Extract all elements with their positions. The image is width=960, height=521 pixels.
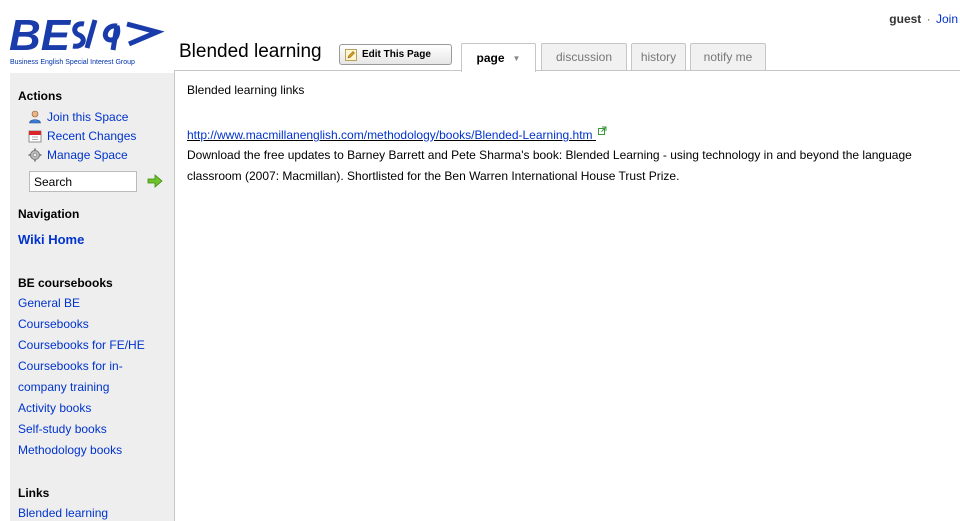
tab-notify-me-label: notify me xyxy=(703,50,753,64)
join-space-link[interactable]: Join this Space xyxy=(47,110,128,124)
edit-page-button[interactable]: Edit This Page xyxy=(339,44,452,65)
actions-heading: Actions xyxy=(18,89,63,103)
tab-page-label: page xyxy=(476,51,505,65)
action-recent-changes[interactable]: Recent Changes xyxy=(28,129,136,143)
content-heading: Blended learning links xyxy=(187,83,305,97)
caret-down-icon[interactable]: ▼ xyxy=(513,54,521,63)
macmillan-link[interactable]: http://www.macmillanenglish.com/methodol… xyxy=(187,128,593,142)
calendar-icon xyxy=(28,130,42,143)
nav-general-be[interactable]: General BE xyxy=(18,296,80,310)
action-join-space[interactable]: Join this Space xyxy=(28,110,128,124)
nav-blended-learning[interactable]: Blended learning xyxy=(18,506,108,520)
arrow-right-icon[interactable] xyxy=(147,174,163,188)
tab-page[interactable]: page ▼ xyxy=(461,43,536,72)
tab-discussion[interactable]: discussion xyxy=(541,43,627,70)
nav-company-training[interactable]: company training xyxy=(18,380,109,394)
nav-self-study-books[interactable]: Self-study books xyxy=(18,422,107,436)
recent-changes-link[interactable]: Recent Changes xyxy=(47,129,136,143)
tab-notify-me[interactable]: notify me xyxy=(690,43,766,70)
page-title: Blended learning xyxy=(179,41,322,62)
page-content: Blended learning links http://www.macmil… xyxy=(174,70,960,521)
search-input[interactable]: Search xyxy=(29,171,137,192)
tab-history[interactable]: history xyxy=(631,43,686,70)
logo-subtitle: Business English Special Interest Group xyxy=(10,59,135,66)
edit-page-label: Edit This Page xyxy=(362,49,431,60)
manage-space-link[interactable]: Manage Space xyxy=(47,148,128,162)
tab-discussion-label: discussion xyxy=(555,50,613,64)
nav-coursebooks-in[interactable]: Coursebooks for in- xyxy=(18,359,123,373)
content-description: Download the free updates to Barney Barr… xyxy=(187,148,912,183)
besig-logo-mark: BE xyxy=(9,11,165,58)
nav-activity-books[interactable]: Activity books xyxy=(18,401,91,415)
external-link-icon xyxy=(597,126,607,135)
pencil-icon xyxy=(345,48,357,61)
separator: · xyxy=(926,12,931,26)
nav-coursebooks[interactable]: Coursebooks xyxy=(18,317,89,331)
user-bar: guest · Join xyxy=(889,12,958,26)
action-manage-space[interactable]: Manage Space xyxy=(28,148,128,162)
resource-link-row: http://www.macmillanenglish.com/methodol… xyxy=(187,126,607,142)
wiki-home-link[interactable]: Wiki Home xyxy=(18,232,84,247)
username: guest xyxy=(889,12,922,26)
tab-history-label: history xyxy=(640,50,677,64)
coursebooks-heading: BE coursebooks xyxy=(18,276,113,290)
svg-text:BE: BE xyxy=(9,11,72,58)
sidebar: Actions Join this Space Recent Changes M… xyxy=(10,73,174,521)
user-icon xyxy=(29,110,41,124)
nav-coursebooks-fe-he[interactable]: Coursebooks for FE/HE xyxy=(18,338,145,352)
links-heading: Links xyxy=(18,486,50,500)
navigation-heading: Navigation xyxy=(18,207,80,221)
join-link[interactable]: Join xyxy=(936,12,958,26)
gear-icon xyxy=(28,148,42,162)
nav-methodology-books[interactable]: Methodology books xyxy=(18,443,122,457)
besig-logo[interactable]: BE Business English Special Interest Gro… xyxy=(7,10,175,70)
